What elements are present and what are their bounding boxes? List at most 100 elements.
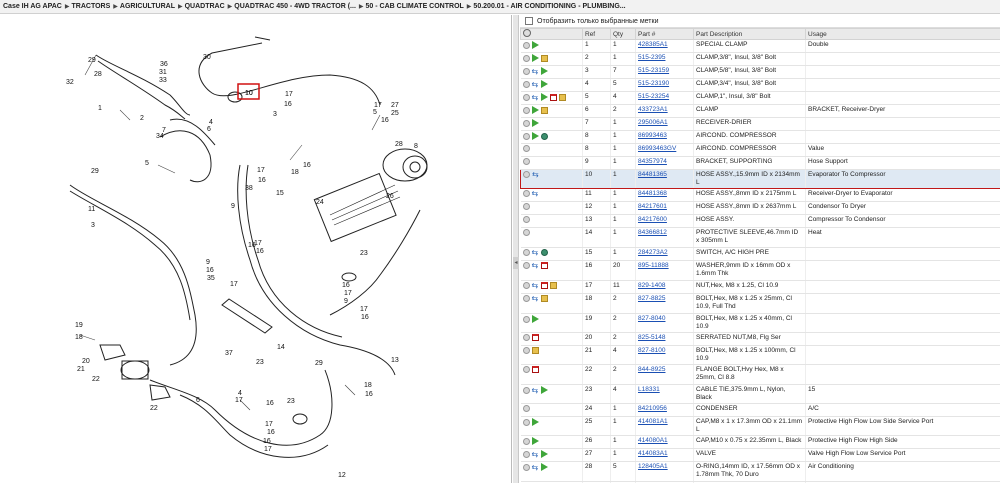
callout-label[interactable]: 38 xyxy=(245,185,253,192)
part-number-link[interactable]: 515-2395 xyxy=(638,54,665,61)
callout-label[interactable]: 26 xyxy=(386,193,394,200)
header-qty[interactable]: Qty xyxy=(610,28,636,40)
info-circle-icon[interactable] xyxy=(522,249,530,256)
add-to-cart-arrow-icon[interactable] xyxy=(540,80,548,88)
callout-label[interactable]: 16 xyxy=(381,117,389,124)
table-row[interactable]: 6 2 433723A1 CLAMP BRACKET, Receiver-Dryer xyxy=(520,104,1000,118)
add-to-cart-arrow-icon[interactable] xyxy=(531,106,539,114)
callout-label[interactable]: 28 xyxy=(395,141,403,148)
callout-label[interactable]: 16 xyxy=(248,242,256,249)
table-row[interactable]: ⇆ 11 1 84481368 HOSE ASSY.,8mm ID x 2175mm L… xyxy=(520,188,1000,202)
part-number-link[interactable]: 515-23159 xyxy=(638,67,669,74)
table-row[interactable]: ⇆ 18 2 827-8825 BOLT,Hex, M8 x 1.25 x 25mm, … xyxy=(520,293,1000,314)
part-number-link[interactable]: 84481365 xyxy=(638,171,667,178)
part-number-link[interactable]: 414083A1 xyxy=(638,450,668,457)
table-row[interactable]: ⇆ 3 7 515-23159 CLAMP,5/8", Insul, 3/8" Bolt xyxy=(520,65,1000,79)
callout-label[interactable]: 27 xyxy=(391,102,399,109)
callout-label[interactable]: 23 xyxy=(256,359,264,366)
callout-label[interactable]: 16 xyxy=(284,101,292,108)
splitter-grip-icon[interactable]: ◂ xyxy=(513,257,519,269)
add-to-cart-arrow-icon[interactable] xyxy=(531,54,539,62)
part-number-link[interactable]: 86993463 xyxy=(638,132,667,139)
info-circle-icon[interactable] xyxy=(522,347,530,354)
header-description[interactable]: Part Description xyxy=(693,28,806,40)
part-number-link[interactable]: 84357974 xyxy=(638,158,667,165)
table-row[interactable]: 26 1 414080A1 CAP,M10 x 0.75 x 22.35mm L, B… xyxy=(520,435,1000,449)
add-to-cart-arrow-icon[interactable] xyxy=(540,67,548,75)
substitute-swap-icon[interactable]: ⇆ xyxy=(532,171,539,179)
breadcrumb-item[interactable]: 50.200.01 - AIR CONDITIONING - PLUMBING.… xyxy=(473,3,625,10)
callout-labels[interactable]: 29 30283213631332345710 171646318161751627… xyxy=(66,54,418,479)
substitute-swap-icon[interactable]: ⇆ xyxy=(532,386,539,394)
table-row[interactable]: ⇆ 5 4 515-23254 CLAMP,1", Insul, 3/8" Bolt xyxy=(520,91,1000,105)
add-to-cart-arrow-icon[interactable] xyxy=(531,315,539,323)
callout-label[interactable]: 16 xyxy=(342,282,350,289)
table-row-selected[interactable]: ⇆ 10 1 84481365 HOSE ASSY.,15.9mm ID x 2134m… xyxy=(520,169,1000,189)
part-number-link[interactable]: L18331 xyxy=(638,386,660,393)
info-circle-icon[interactable] xyxy=(522,262,530,269)
breadcrumb-item[interactable]: QUADTRAC xyxy=(185,3,225,10)
callout-label[interactable]: 8 xyxy=(414,143,418,150)
callout-label[interactable]: 22 xyxy=(150,405,158,412)
part-number-link[interactable]: 84481368 xyxy=(638,190,667,197)
document-icon[interactable] xyxy=(531,366,539,373)
add-to-cart-arrow-icon[interactable] xyxy=(531,437,539,445)
info-circle-icon[interactable] xyxy=(522,229,530,236)
callout-label[interactable]: 35 xyxy=(207,275,215,282)
part-number-link[interactable]: 84210956 xyxy=(638,405,667,412)
callout-label[interactable]: 3 xyxy=(273,111,277,118)
table-row[interactable]: 19 2 827-8040 BOLT,Hex, M8 x 1.25 x 40mm, C… xyxy=(520,313,1000,333)
info-circle-icon[interactable] xyxy=(522,67,530,75)
diagram-svg[interactable]: 10 29 30283213631332345710 171646318161751… xyxy=(0,15,512,483)
add-to-cart-arrow-icon[interactable] xyxy=(540,386,548,394)
substitute-swap-icon[interactable]: ⇆ xyxy=(532,450,539,458)
add-to-cart-arrow-icon[interactable] xyxy=(531,119,539,127)
package-box-icon[interactable] xyxy=(540,54,548,62)
callout-label[interactable]: 16 xyxy=(256,248,264,255)
breadcrumb-item[interactable]: TRACTORS xyxy=(72,3,111,10)
callout-label[interactable]: 23 xyxy=(287,398,295,405)
callout-label[interactable]: 29 xyxy=(315,360,323,367)
table-row[interactable]: 20 2 825-5148 SERRATED NUT,M8, Flg Ser xyxy=(520,332,1000,346)
callout-label[interactable]: 14 xyxy=(277,344,285,351)
substitute-swap-icon[interactable]: ⇆ xyxy=(532,295,539,303)
substitute-swap-icon[interactable]: ⇆ xyxy=(532,190,539,198)
info-circle-icon[interactable] xyxy=(522,282,530,289)
callout-label[interactable]: 17 xyxy=(264,446,272,453)
info-circle-icon[interactable] xyxy=(522,437,530,445)
substitute-swap-icon[interactable]: ⇆ xyxy=(532,262,539,270)
package-box-icon[interactable] xyxy=(549,282,557,289)
info-circle-icon[interactable] xyxy=(523,171,530,178)
package-box-icon[interactable] xyxy=(558,93,566,101)
callout-label[interactable]: 17 xyxy=(360,306,368,313)
callout-label[interactable]: 6 xyxy=(207,126,211,133)
filter-checkbox[interactable] xyxy=(525,17,533,25)
table-row[interactable]: ⇆ 28 5 128405A1 O-RING,14mm ID, x 17.56mm OD… xyxy=(520,461,1000,482)
part-number-link[interactable]: 825-5148 xyxy=(638,334,665,341)
callout-label[interactable]: 16 xyxy=(266,400,274,407)
info-circle-icon[interactable] xyxy=(522,80,530,88)
part-number-link[interactable]: 515-23254 xyxy=(638,93,669,100)
part-number-link[interactable]: 414080A1 xyxy=(638,437,668,444)
panel-splitter[interactable]: ◂ xyxy=(513,15,519,483)
callout-label[interactable]: 18 xyxy=(75,334,83,341)
header-usage[interactable]: Usage xyxy=(805,28,1000,40)
info-circle-icon[interactable] xyxy=(522,54,530,62)
part-number-link[interactable]: 86993463GV xyxy=(638,145,676,152)
table-row[interactable]: 13 1 84217600 HOSE ASSY. Compressor To Conde… xyxy=(520,214,1000,228)
table-row[interactable]: 25 1 414081A1 CAP,M8 x 1 x 17.3mm OD x 21.1… xyxy=(520,416,1000,436)
callout-label[interactable]: 6 xyxy=(196,397,200,404)
callout-label[interactable]: 5 xyxy=(373,109,377,116)
callout-label[interactable]: 7 xyxy=(162,127,166,134)
callout-label[interactable]: 15 xyxy=(276,190,284,197)
callout-label[interactable]: 9 xyxy=(206,259,210,266)
info-circle-icon[interactable] xyxy=(522,158,530,165)
callout-label[interactable]: 17 xyxy=(235,397,243,404)
package-box-icon[interactable] xyxy=(531,347,539,354)
callout-label[interactable]: 17 xyxy=(230,281,238,288)
callout-label[interactable]: 17 xyxy=(257,167,265,174)
info-circle-icon[interactable] xyxy=(522,190,530,197)
info-circle-icon[interactable] xyxy=(522,295,530,302)
callout-label[interactable]: 33 xyxy=(159,77,167,84)
document-icon[interactable] xyxy=(540,262,548,269)
